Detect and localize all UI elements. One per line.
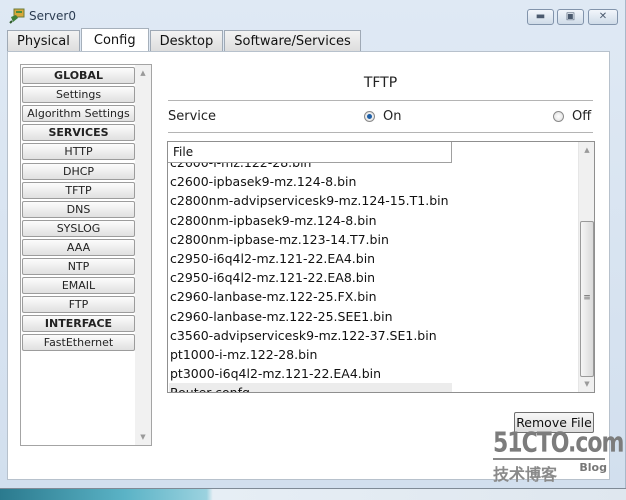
service-off-radio[interactable]	[553, 111, 564, 122]
sidebar-item-settings[interactable]: Settings	[22, 86, 135, 104]
tab-physical[interactable]: Physical	[7, 30, 80, 52]
window-title: Server0	[29, 9, 76, 23]
config-content: GLOBAL Settings Algorithm Settings SERVICES…	[7, 51, 624, 484]
server-icon	[9, 8, 25, 24]
file-row[interactable]: pt3000-i6q4l2-mz.121-22.EA4.bin	[169, 364, 579, 383]
tab-bar: Physical Config Desktop Software/Service…	[7, 28, 362, 52]
file-row[interactable]: c2960-lanbase-mz.122-25.SEE1.bin	[169, 307, 579, 326]
sidebar-item-syslog[interactable]: SYSLOG	[22, 219, 135, 237]
watermark-brand: 51CTO.com	[493, 427, 624, 459]
service-on-radio[interactable]	[364, 111, 375, 122]
sidebar-item-dns[interactable]: DNS	[22, 200, 135, 218]
service-off-label[interactable]: Off	[572, 109, 591, 124]
server-window: Server0 ▬ ▣ ✕ Physical Config Desktop So…	[0, 0, 626, 488]
file-row[interactable]: pt1000-i-mz.122-28.bin	[169, 345, 579, 364]
sidebar-item-email[interactable]: EMAIL	[22, 277, 135, 295]
sidebar-item-ntp[interactable]: NTP	[22, 258, 135, 275]
file-list[interactable]: File c2600-i-mz.122-28.binc2600-ipbasek9…	[167, 141, 595, 393]
file-row[interactable]: c2950-i6q4l2-mz.121-22.EA8.bin	[169, 268, 579, 287]
maximize-button[interactable]: ▣	[557, 9, 584, 25]
file-row[interactable]: c3560-advipservicesk9-mz.122-37.SE1.bin	[169, 326, 579, 345]
watermark-subtitle: 技术博客	[493, 465, 558, 484]
tab-desktop[interactable]: Desktop	[149, 30, 224, 52]
close-button[interactable]: ✕	[588, 9, 618, 25]
file-row[interactable]: Router-confg	[169, 383, 452, 392]
file-row[interactable]: c2800nm-advipservicesk9-mz.124-15.T1.bin	[169, 191, 579, 210]
scroll-up-icon[interactable]: ▲	[135, 69, 151, 77]
scroll-down-icon[interactable]: ▼	[135, 433, 151, 441]
file-row[interactable]: c2800nm-ipbase-mz.123-14.T7.bin	[169, 230, 579, 249]
panel-title: TFTP	[363, 75, 398, 91]
tab-config[interactable]: Config	[80, 28, 149, 52]
title-bar[interactable]: Server0 ▬ ▣ ✕	[0, 0, 626, 30]
file-column-header[interactable]: File	[168, 142, 452, 163]
scrollbar-thumb[interactable]: ≡	[580, 221, 594, 377]
scroll-up-icon[interactable]: ▲	[579, 146, 594, 154]
service-on-label[interactable]: On	[383, 109, 401, 124]
divider	[168, 100, 593, 101]
maximize-icon: ▣	[565, 11, 576, 22]
watermark: 51CTO.com 技术博客 Blog	[493, 427, 624, 484]
sidebar-item-fastethernet[interactable]: FastEthernet	[22, 334, 135, 352]
taskbar	[0, 488, 626, 500]
sidebar-item-services[interactable]: SERVICES	[22, 124, 135, 142]
divider	[168, 132, 593, 133]
sidebar-item-dhcp[interactable]: DHCP	[22, 162, 135, 180]
file-row[interactable]: c2950-i6q4l2-mz.121-22.EA4.bin	[169, 249, 579, 268]
config-sidebar: GLOBAL Settings Algorithm Settings SERVICES…	[20, 64, 152, 446]
sidebar-item-global[interactable]: GLOBAL	[22, 67, 135, 84]
sidebar-item-tftp[interactable]: TFTP	[22, 181, 135, 199]
file-row[interactable]: c2960-lanbase-mz.122-25.FX.bin	[169, 287, 579, 306]
sidebar-item-algorithm-settings[interactable]: Algorithm Settings	[22, 105, 135, 123]
file-list-scrollbar[interactable]: ▲ ≡ ▼	[578, 142, 594, 392]
file-row[interactable]: c2800nm-ipbasek9-mz.124-8.bin	[169, 211, 579, 230]
grip-icon: ≡	[583, 293, 591, 303]
sidebar-item-http[interactable]: HTTP	[22, 143, 135, 161]
sidebar-item-ftp[interactable]: FTP	[22, 296, 135, 314]
scroll-down-icon[interactable]: ▼	[579, 380, 594, 388]
sidebar-scrollbar[interactable]: ▲ ▼	[135, 65, 151, 445]
service-label: Service	[168, 109, 217, 124]
minimize-button[interactable]: ▬	[527, 9, 554, 25]
close-icon: ✕	[598, 11, 608, 22]
sidebar-item-aaa[interactable]: AAA	[22, 238, 135, 256]
minimize-icon: ▬	[535, 11, 546, 22]
file-row[interactable]: c2600-ipbasek9-mz.124-8.bin	[169, 172, 579, 191]
tab-software-services[interactable]: Software/Services	[224, 30, 361, 52]
watermark-blog: Blog	[579, 461, 607, 474]
sidebar-item-interface[interactable]: INTERFACE	[22, 315, 135, 333]
